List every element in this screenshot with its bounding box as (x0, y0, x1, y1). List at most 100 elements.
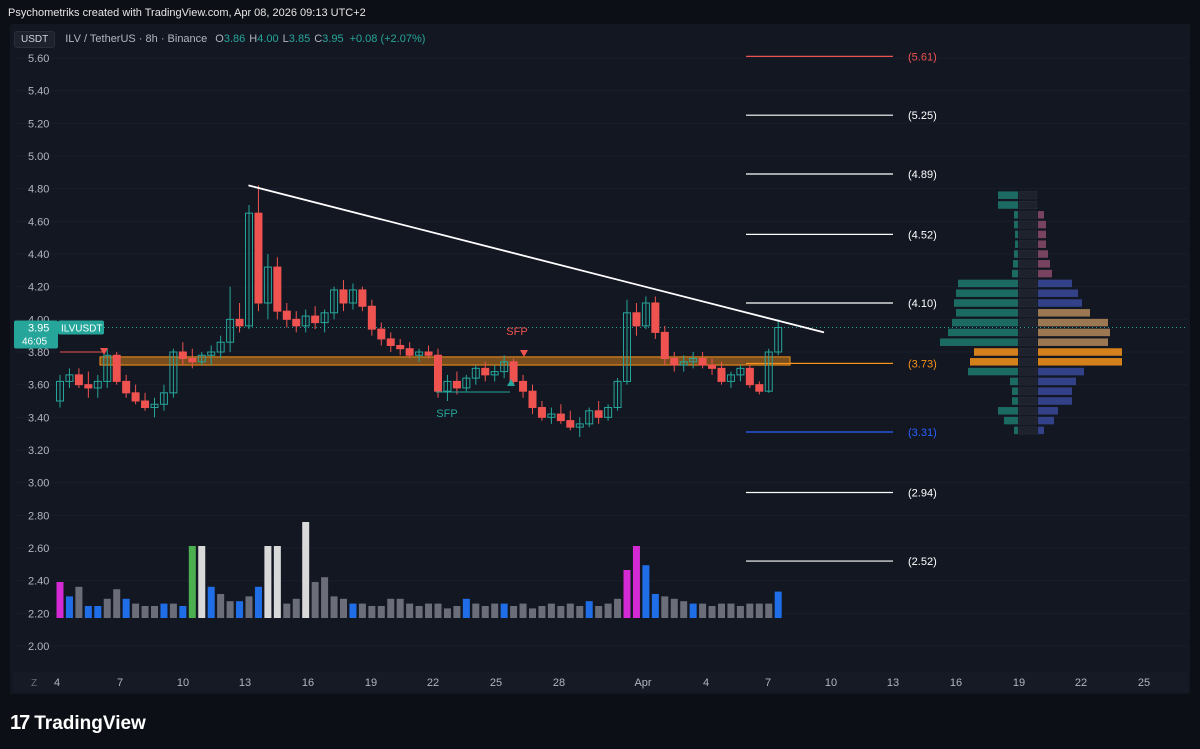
candle-body (509, 361, 518, 382)
profile-price-cell (1018, 377, 1038, 386)
profile-price-cell (1018, 308, 1038, 317)
volume-bar (699, 603, 707, 618)
candle-body (708, 364, 717, 369)
y-tick-label: 4.60 (28, 216, 49, 228)
profile-buy (974, 348, 1018, 356)
price-chart[interactable]: (5.61) (5.25) (4.89) (4.52) (4.10) (3.73) (3.3… (0, 0, 1200, 749)
footer (0, 694, 1200, 749)
candle-body (74, 374, 83, 386)
fib-label: (4.52) (908, 229, 937, 241)
fib-label: (4.89) (908, 169, 937, 181)
y-tick-label: 4.80 (28, 184, 49, 196)
volume-bar (462, 598, 470, 618)
candle-body (679, 361, 688, 366)
profile-sell (1038, 250, 1048, 258)
volume-bar (557, 606, 565, 618)
volume-bar (632, 546, 640, 618)
candle-body (585, 410, 594, 425)
x-tick-label: 28 (553, 677, 565, 689)
candle-body (282, 310, 291, 320)
volume-bar (226, 601, 234, 618)
fib-levels: (5.61) (5.25) (4.89) (4.52) (4.10) (3.73) (3.3… (746, 51, 937, 568)
volume-bar (188, 546, 196, 618)
volume-bar (443, 608, 451, 618)
fib-label: (2.52) (908, 556, 937, 568)
candle-body (216, 341, 225, 353)
y-tick-label: 2.40 (28, 576, 49, 588)
fib-label: (4.10) (908, 298, 937, 310)
candle-body (348, 289, 357, 304)
open-label: O (215, 33, 224, 45)
volume-bar (755, 603, 763, 618)
profile-sell (1038, 279, 1072, 288)
profile-sell (1038, 260, 1050, 268)
symbol-bar: USDT ILV / TetherUS · 8h · Binance O 3.86… (14, 30, 425, 48)
candle-body (594, 410, 603, 418)
profile-price-cell (1018, 299, 1038, 307)
x-tick-label: 22 (427, 677, 439, 689)
volume-bar (614, 598, 622, 618)
tv-logo-text: TradingView (34, 712, 146, 734)
profile-price-cell (1018, 220, 1038, 229)
fib-label: (5.61) (908, 51, 937, 63)
sfp-label-bear: SFP (506, 326, 527, 338)
y-tick-label: 2.20 (28, 608, 49, 620)
fib-label: (2.94) (908, 487, 937, 499)
volume-bar (689, 603, 697, 618)
profile-price-cell (1018, 191, 1038, 200)
volume-bar (65, 596, 73, 618)
candle-body (670, 358, 679, 366)
profile-buy (1012, 397, 1018, 405)
close-label: C (314, 33, 323, 45)
profile-sell (1038, 426, 1044, 435)
candle-body (396, 344, 405, 350)
profile-price-cell (1018, 201, 1038, 209)
volume-bar (708, 606, 716, 618)
currency-button[interactable]: USDT (14, 30, 56, 48)
volume-bar (500, 603, 508, 618)
profile-buy (1012, 269, 1018, 278)
profile-sell (1038, 387, 1072, 395)
volume-bar (217, 594, 225, 618)
candle-body (528, 390, 537, 409)
candle-body (159, 392, 168, 405)
candle-body (774, 327, 783, 353)
profile-price-cell (1018, 357, 1038, 366)
profile-price-cell (1018, 250, 1038, 258)
x-tick-label: 19 (365, 677, 377, 689)
x-tick-label: 25 (490, 677, 502, 689)
volume-bar (396, 598, 404, 618)
candle-body (141, 400, 150, 409)
candle-body (471, 367, 480, 379)
candle-body (660, 331, 669, 360)
candle-body (481, 367, 490, 376)
sfp-label-bull: SFP (436, 408, 457, 420)
volume-bar (736, 606, 744, 618)
volume-bar (349, 603, 357, 618)
candle-body (112, 354, 121, 382)
candle-body (604, 407, 613, 418)
candle-body (537, 407, 546, 418)
volume-bar (340, 598, 347, 618)
profile-buy (954, 299, 1018, 307)
candle-body (150, 403, 159, 409)
y-tick-label: 3.60 (28, 380, 49, 392)
candle-body (651, 302, 660, 333)
volume-bar (75, 586, 83, 618)
profile-price-cell (1018, 367, 1038, 376)
volume-bar (425, 603, 433, 618)
volume-bar (595, 606, 603, 618)
volume-bar (547, 603, 555, 618)
volume-bar (774, 591, 782, 618)
fib-label: (3.73) (908, 358, 937, 370)
time-axis: Z 4 7 10 13 16 19 22 25 28 Apr 4 7 10 13 16 19 22 25 (14, 672, 1188, 692)
candle-body (367, 305, 376, 330)
volume-bar (765, 603, 773, 618)
volume-bar (642, 565, 650, 618)
price-axis: 5.605.405.205.004.804.604.404.204.003.80… (28, 53, 49, 653)
volume-bar (207, 586, 215, 618)
volume-bar (453, 606, 461, 618)
volume-bar (169, 603, 177, 618)
volume-bar (283, 603, 291, 618)
x-tick-label: 7 (117, 677, 123, 689)
